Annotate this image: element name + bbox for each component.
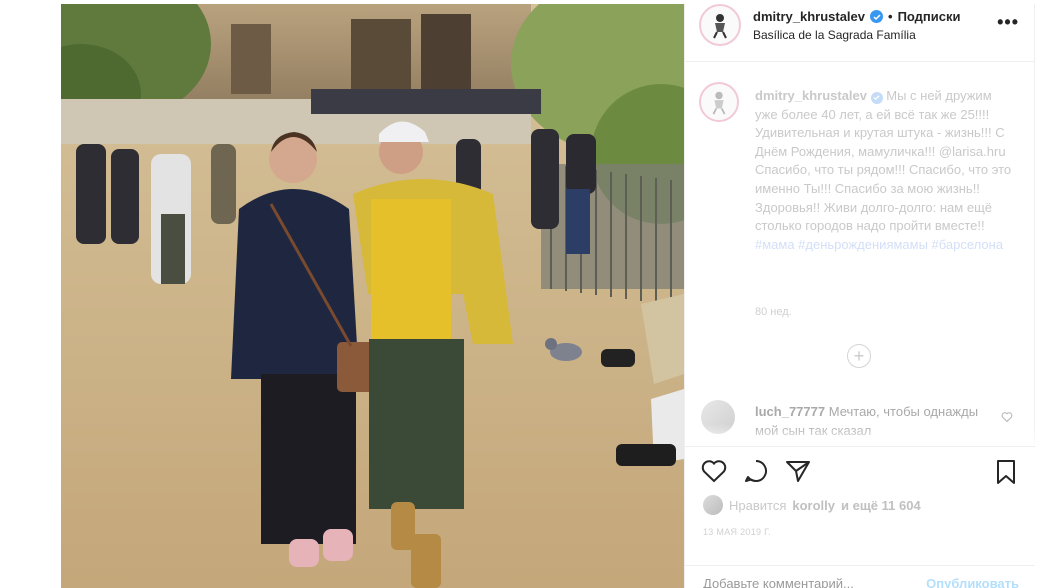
- caption-author-avatar[interactable]: [699, 82, 739, 122]
- comment-input[interactable]: Добавьте комментарий...: [703, 576, 854, 588]
- save-bookmark-icon[interactable]: [995, 459, 1017, 490]
- post-date[interactable]: 13 МАЯ 2019 Г.: [703, 527, 771, 537]
- load-more-comments-button[interactable]: +: [847, 344, 871, 368]
- likes-prefix: Нравится: [729, 497, 787, 513]
- likes-summary: Нравится korolly и ещё 11 604: [703, 495, 921, 515]
- caption-text: dmitry_khrustalev Мы с ней дружим уже бо…: [755, 87, 1017, 254]
- commenter-username[interactable]: luch_77777: [755, 404, 825, 419]
- likes-count[interactable]: и ещё 11 604: [841, 498, 921, 513]
- post-actions: Нравится korolly и ещё 11 604 13 МАЯ 201…: [685, 446, 1035, 588]
- verified-badge-icon: [870, 10, 883, 23]
- caption-body: Мы с ней дружим уже более 40 лет, а ей в…: [755, 88, 1012, 234]
- post-side-panel: dmitry_khrustalev • Подписки Basílica de…: [684, 4, 1035, 588]
- avatar-figure-icon: [713, 14, 727, 39]
- liker-username[interactable]: korolly: [792, 498, 835, 513]
- caption-hashtags[interactable]: #мама #деньрождениямамы #барселона: [755, 237, 1003, 252]
- caption-username[interactable]: dmitry_khrustalev: [755, 88, 867, 103]
- author-username[interactable]: dmitry_khrustalev: [753, 9, 865, 24]
- share-send-icon[interactable]: [785, 459, 811, 488]
- post-header: dmitry_khrustalev • Подписки Basílica de…: [685, 4, 1035, 62]
- author-avatar[interactable]: [699, 4, 741, 46]
- photo-illustration: [61, 4, 684, 588]
- author-line: dmitry_khrustalev • Подписки: [753, 9, 961, 24]
- comments-fade-overlay: [685, 424, 1035, 448]
- instagram-post-modal: dmitry_khrustalev • Подписки Basílica de…: [0, 0, 1046, 588]
- comment-bubble-icon[interactable]: [743, 459, 769, 488]
- caption-timestamp[interactable]: 80 нед.: [755, 306, 792, 318]
- post-photo[interactable]: [61, 4, 684, 588]
- liker-avatar[interactable]: [703, 495, 723, 515]
- like-heart-icon[interactable]: [701, 459, 727, 488]
- location-link[interactable]: Basílica de la Sagrada Família: [753, 28, 916, 42]
- following-button[interactable]: Подписки: [898, 9, 961, 24]
- post-comment-button[interactable]: Опубликовать: [926, 576, 1019, 588]
- verified-badge-icon: [870, 91, 883, 104]
- more-options-button[interactable]: •••: [997, 12, 1019, 33]
- avatar-figure-icon: [712, 91, 726, 115]
- separator-dot: •: [888, 9, 893, 24]
- add-comment-bar: Добавьте комментарий... Опубликовать: [685, 565, 1035, 588]
